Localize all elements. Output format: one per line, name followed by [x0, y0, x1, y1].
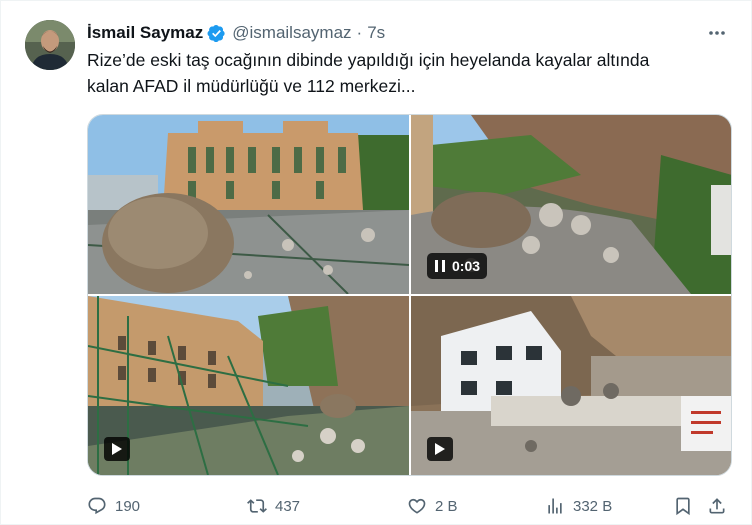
tweet-card[interactable]: İsmail Saymaz @ismailsaymaz · 7s Rize’de…	[0, 0, 752, 525]
author-name[interactable]: İsmail Saymaz	[87, 23, 203, 43]
timestamp[interactable]: 7s	[367, 23, 385, 43]
action-bar: 190 437 2 B 332 B	[87, 493, 735, 519]
more-icon[interactable]	[705, 23, 729, 43]
like-count: 2 B	[435, 497, 458, 515]
pause-icon[interactable]	[434, 259, 446, 273]
tweet-text: Rize’de eski taş ocağının dibinde yapıld…	[87, 47, 727, 99]
bookmark-button[interactable]	[673, 496, 707, 516]
share-button[interactable]	[707, 496, 731, 516]
video-2[interactable]	[88, 296, 409, 475]
reply-button[interactable]: 190	[87, 496, 247, 516]
video-duration: 0:03	[452, 258, 481, 274]
views-button[interactable]: 332 B	[545, 496, 673, 516]
tweet-text-line-2: kalan AFAD il müdürlüğü ve 112 merkezi..…	[87, 76, 416, 96]
bookmark-icon	[676, 497, 690, 516]
views-icon	[548, 498, 562, 514]
verified-badge-icon	[207, 24, 226, 43]
media-grid: 0:03	[87, 114, 732, 476]
views-count: 332 B	[573, 497, 613, 515]
video-duration-badge[interactable]: 0:03	[427, 253, 488, 279]
video-3[interactable]	[411, 296, 731, 475]
repost-count: 437	[275, 497, 301, 515]
author-handle[interactable]: @ismailsaymaz	[232, 23, 351, 43]
repost-button[interactable]: 437	[247, 496, 407, 516]
repost-icon	[247, 499, 267, 513]
separator-dot: ·	[356, 23, 363, 42]
photo-1[interactable]	[88, 115, 409, 294]
play-icon[interactable]	[427, 437, 453, 461]
reply-count: 190	[115, 497, 141, 515]
reply-icon	[88, 497, 106, 515]
like-icon	[408, 498, 426, 514]
avatar[interactable]	[25, 20, 75, 70]
like-button[interactable]: 2 B	[407, 496, 545, 516]
tweet-text-line-1: Rize’de eski taş ocağının dibinde yapıld…	[87, 50, 650, 70]
share-icon	[709, 498, 725, 514]
play-icon[interactable]	[104, 437, 130, 461]
video-1[interactable]: 0:03	[411, 115, 731, 294]
